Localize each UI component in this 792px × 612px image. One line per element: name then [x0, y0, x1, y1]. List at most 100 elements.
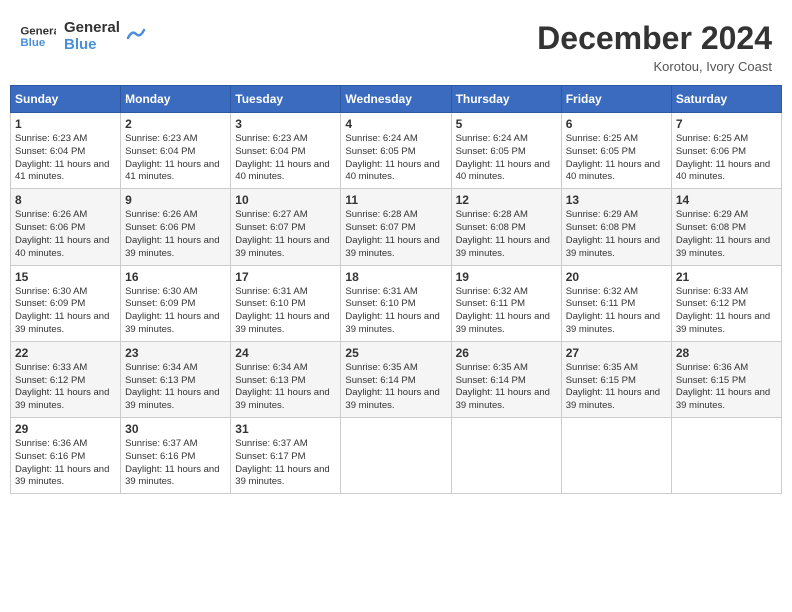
day-info: Sunrise: 6:34 AMSunset: 6:13 PMDaylight:…: [125, 362, 226, 413]
day-number: 26: [456, 346, 557, 360]
day-info: Sunrise: 6:32 AMSunset: 6:11 PMDaylight:…: [456, 286, 557, 337]
weekday-header-cell: Sunday: [11, 86, 121, 113]
day-info: Sunrise: 6:27 AMSunset: 6:07 PMDaylight:…: [235, 209, 336, 260]
logo-general: General: [64, 20, 120, 37]
weekday-header-cell: Wednesday: [341, 86, 451, 113]
calendar-day-cell: 15Sunrise: 6:30 AMSunset: 6:09 PMDayligh…: [11, 265, 121, 341]
location-subtitle: Korotou, Ivory Coast: [537, 59, 772, 74]
day-number: 9: [125, 193, 226, 207]
weekday-header-cell: Thursday: [451, 86, 561, 113]
day-number: 30: [125, 422, 226, 436]
day-info: Sunrise: 6:26 AMSunset: 6:06 PMDaylight:…: [15, 209, 116, 260]
day-number: 2: [125, 117, 226, 131]
calendar-day-cell: 31 Sunrise: 6:37 AMSunset: 6:17 PMDayligh…: [231, 418, 341, 494]
day-info: Sunrise: 6:31 AMSunset: 6:10 PMDaylight:…: [235, 286, 336, 337]
day-number: 24: [235, 346, 336, 360]
day-info: Sunrise: 6:36 AMSunset: 6:16 PMDaylight:…: [15, 438, 116, 489]
calendar-day-cell: [451, 418, 561, 494]
day-number: 29: [15, 422, 116, 436]
day-number: 23: [125, 346, 226, 360]
day-number: 19: [456, 270, 557, 284]
day-info: Sunrise: 6:37 AMSunset: 6:16 PMDaylight:…: [125, 438, 226, 489]
calendar-day-cell: 10 Sunrise: 6:27 AMSunset: 6:07 PMDayligh…: [231, 189, 341, 265]
day-info: Sunrise: 6:31 AMSunset: 6:10 PMDaylight:…: [345, 286, 446, 337]
day-info: Sunrise: 6:30 AMSunset: 6:09 PMDaylight:…: [15, 286, 116, 337]
weekday-header-row: SundayMondayTuesdayWednesdayThursdayFrid…: [11, 86, 782, 113]
day-number: 7: [676, 117, 777, 131]
calendar-day-cell: 7 Sunrise: 6:25 AMSunset: 6:06 PMDaylight…: [671, 113, 781, 189]
day-number: 1: [15, 117, 116, 131]
svg-text:General: General: [20, 25, 56, 37]
day-number: 31: [235, 422, 336, 436]
calendar-day-cell: 2 Sunrise: 6:23 AMSunset: 6:04 PMDaylight…: [121, 113, 231, 189]
logo: General Blue General Blue: [20, 20, 148, 53]
calendar-day-cell: 25 Sunrise: 6:35 AMSunset: 6:14 PMDayligh…: [341, 341, 451, 417]
day-info: Sunrise: 6:25 AMSunset: 6:06 PMDaylight:…: [676, 133, 777, 184]
calendar-day-cell: 6 Sunrise: 6:25 AMSunset: 6:05 PMDaylight…: [561, 113, 671, 189]
day-number: 4: [345, 117, 446, 131]
day-number: 10: [235, 193, 336, 207]
calendar-day-cell: 30 Sunrise: 6:37 AMSunset: 6:16 PMDayligh…: [121, 418, 231, 494]
day-number: 25: [345, 346, 446, 360]
calendar-week-row: 15Sunrise: 6:30 AMSunset: 6:09 PMDayligh…: [11, 265, 782, 341]
day-number: 16: [125, 270, 226, 284]
day-number: 6: [566, 117, 667, 131]
day-info: Sunrise: 6:25 AMSunset: 6:05 PMDaylight:…: [566, 133, 667, 184]
logo-blue: Blue: [64, 37, 120, 54]
day-info: Sunrise: 6:34 AMSunset: 6:13 PMDaylight:…: [235, 362, 336, 413]
day-info: Sunrise: 6:35 AMSunset: 6:14 PMDaylight:…: [345, 362, 446, 413]
day-info: Sunrise: 6:23 AMSunset: 6:04 PMDaylight:…: [125, 133, 226, 184]
calendar-day-cell: 8 Sunrise: 6:26 AMSunset: 6:06 PMDaylight…: [11, 189, 121, 265]
day-info: Sunrise: 6:30 AMSunset: 6:09 PMDaylight:…: [125, 286, 226, 337]
calendar-day-cell: [341, 418, 451, 494]
month-title: December 2024: [537, 20, 772, 57]
day-info: Sunrise: 6:37 AMSunset: 6:17 PMDaylight:…: [235, 438, 336, 489]
day-number: 13: [566, 193, 667, 207]
day-number: 27: [566, 346, 667, 360]
day-number: 8: [15, 193, 116, 207]
calendar-day-cell: 29 Sunrise: 6:36 AMSunset: 6:16 PMDayligh…: [11, 418, 121, 494]
day-number: 5: [456, 117, 557, 131]
day-info: Sunrise: 6:28 AMSunset: 6:08 PMDaylight:…: [456, 209, 557, 260]
day-info: Sunrise: 6:33 AMSunset: 6:12 PMDaylight:…: [15, 362, 116, 413]
day-number: 14: [676, 193, 777, 207]
calendar-table: SundayMondayTuesdayWednesdayThursdayFrid…: [10, 85, 782, 494]
day-info: Sunrise: 6:24 AMSunset: 6:05 PMDaylight:…: [345, 133, 446, 184]
calendar-day-cell: 1Sunrise: 6:23 AMSunset: 6:04 PMDaylight…: [11, 113, 121, 189]
calendar-day-cell: 14Sunrise: 6:29 AMSunset: 6:08 PMDayligh…: [671, 189, 781, 265]
calendar-day-cell: 3 Sunrise: 6:23 AMSunset: 6:04 PMDaylight…: [231, 113, 341, 189]
day-info: Sunrise: 6:23 AMSunset: 6:04 PMDaylight:…: [235, 133, 336, 184]
calendar-day-cell: 24 Sunrise: 6:34 AMSunset: 6:13 PMDayligh…: [231, 341, 341, 417]
title-block: December 2024 Korotou, Ivory Coast: [537, 20, 772, 74]
weekday-header-cell: Tuesday: [231, 86, 341, 113]
calendar-day-cell: 26Sunrise: 6:35 AMSunset: 6:14 PMDayligh…: [451, 341, 561, 417]
calendar-week-row: 8 Sunrise: 6:26 AMSunset: 6:06 PMDaylight…: [11, 189, 782, 265]
day-number: 28: [676, 346, 777, 360]
weekday-header-cell: Friday: [561, 86, 671, 113]
logo-icon: General Blue: [20, 22, 56, 52]
calendar-day-cell: 4 Sunrise: 6:24 AMSunset: 6:05 PMDaylight…: [341, 113, 451, 189]
day-number: 11: [345, 193, 446, 207]
weekday-header-cell: Monday: [121, 86, 231, 113]
calendar-day-cell: 21Sunrise: 6:33 AMSunset: 6:12 PMDayligh…: [671, 265, 781, 341]
svg-text:Blue: Blue: [20, 36, 45, 48]
calendar-day-cell: 13 Sunrise: 6:29 AMSunset: 6:08 PMDayligh…: [561, 189, 671, 265]
calendar-week-row: 22Sunrise: 6:33 AMSunset: 6:12 PMDayligh…: [11, 341, 782, 417]
calendar-week-row: 29 Sunrise: 6:36 AMSunset: 6:16 PMDayligh…: [11, 418, 782, 494]
day-info: Sunrise: 6:36 AMSunset: 6:15 PMDaylight:…: [676, 362, 777, 413]
day-number: 12: [456, 193, 557, 207]
calendar-week-row: 1 Sunrise: 6:23 AMSunset: 6:04 PMDaylight…: [11, 113, 782, 189]
calendar-day-cell: 22Sunrise: 6:33 AMSunset: 6:12 PMDayligh…: [11, 341, 121, 417]
page-header: General Blue General Blue December 2024 …: [10, 10, 782, 79]
calendar-day-cell: 11Sunrise: 6:28 AMSunset: 6:07 PMDayligh…: [341, 189, 451, 265]
day-number: 20: [566, 270, 667, 284]
day-number: 3: [235, 117, 336, 131]
day-info: Sunrise: 6:35 AMSunset: 6:15 PMDaylight:…: [566, 362, 667, 413]
day-info: Sunrise: 6:29 AMSunset: 6:08 PMDaylight:…: [566, 209, 667, 260]
calendar-day-cell: 23 Sunrise: 6:34 AMSunset: 6:13 PMDayligh…: [121, 341, 231, 417]
calendar-day-cell: [671, 418, 781, 494]
calendar-day-cell: 20Sunrise: 6:32 AMSunset: 6:11 PMDayligh…: [561, 265, 671, 341]
calendar-body: 1 Sunrise: 6:23 AMSunset: 6:04 PMDaylight…: [11, 113, 782, 494]
day-number: 17: [235, 270, 336, 284]
calendar-day-cell: 17 Sunrise: 6:31 AMSunset: 6:10 PMDayligh…: [231, 265, 341, 341]
